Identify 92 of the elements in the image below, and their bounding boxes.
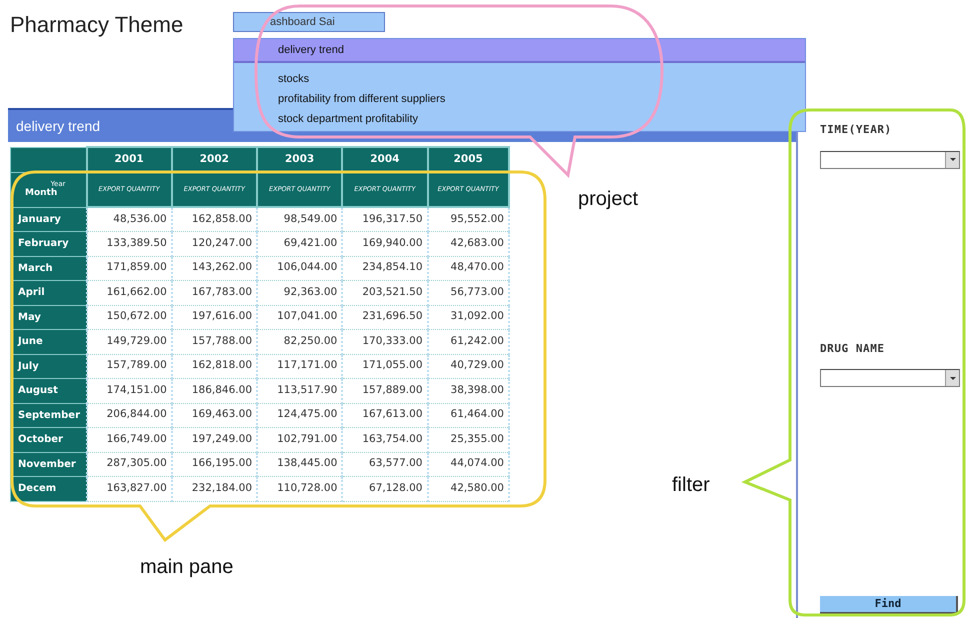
table-cell: 170,333.00 — [342, 330, 428, 354]
table-cell: 163,827.00 — [86, 476, 172, 501]
table-cell: 92,363.00 — [257, 280, 342, 305]
month-cell: Decem — [10, 476, 86, 501]
annotation-label: project — [578, 187, 638, 212]
table-cell: 163,754.00 — [342, 428, 428, 452]
table-cell: 42,580.00 — [428, 476, 509, 501]
table-cell: 31,092.00 — [428, 305, 509, 330]
month-cell: November — [10, 452, 86, 476]
dashboard-field[interactable]: ashboard Sai — [233, 12, 385, 32]
menu-item[interactable]: stock department profitability — [234, 109, 805, 129]
table-cell: 113,517.90 — [257, 378, 342, 403]
table-cell: 56,773.00 — [428, 280, 509, 305]
month-cell: June — [10, 330, 86, 354]
year-header: 2003 — [257, 147, 342, 172]
table-cell: 171,055.00 — [342, 354, 428, 378]
year-header: 2005 — [428, 147, 509, 172]
table-cell: 161,662.00 — [86, 280, 172, 305]
table-cell: 171,859.00 — [86, 256, 172, 280]
menu-item[interactable]: delivery trend — [234, 39, 805, 63]
table-cell: 110,728.00 — [257, 476, 342, 501]
table-cell: 166,195.00 — [172, 452, 257, 476]
table-cell: 106,044.00 — [257, 256, 342, 280]
table-cell: 197,616.00 — [172, 305, 257, 330]
table-cell: 149,729.00 — [86, 330, 172, 354]
table-cell: 169,463.00 — [172, 403, 257, 428]
select-field[interactable] — [820, 369, 960, 387]
table-cell: 117,171.00 — [257, 354, 342, 378]
find-button[interactable]: Find — [820, 596, 958, 614]
page-title: Pharmacy Theme — [10, 12, 184, 37]
month-cell: February — [10, 232, 86, 256]
table-cell: 169,940.00 — [342, 232, 428, 256]
table-cell: 186,846.00 — [172, 378, 257, 403]
table-cell: 102,791.00 — [257, 428, 342, 452]
pane-title: delivery trend — [16, 116, 100, 136]
filter-label: DRUG NAME — [820, 340, 886, 356]
month-cell: March — [10, 256, 86, 280]
month-cell: September — [10, 403, 86, 428]
table-cell: 44,074.00 — [428, 452, 509, 476]
table-cell: 203,521.50 — [342, 280, 428, 305]
month-cell: January — [10, 207, 86, 232]
table-cell: 150,672.00 — [86, 305, 172, 330]
table-cell: 98,549.00 — [257, 207, 342, 232]
month-cell: October — [10, 428, 86, 452]
table-cell: 38,398.00 — [428, 378, 509, 403]
table-cell: 25,355.00 — [428, 428, 509, 452]
table-cell: 174,151.00 — [86, 378, 172, 403]
filter-label: TIME(YEAR) — [820, 122, 893, 138]
table-cell: 63,577.00 — [342, 452, 428, 476]
table-cell: 107,041.00 — [257, 305, 342, 330]
table-cell: 120,247.00 — [172, 232, 257, 256]
menu-item[interactable]: profitability from different suppliers — [234, 89, 805, 109]
table-cell: 231,696.50 — [342, 305, 428, 330]
annotation-label: main pane — [140, 555, 234, 580]
table-cell: 206,844.00 — [86, 403, 172, 428]
table-cell: 95,552.00 — [428, 207, 509, 232]
table-cell: 124,475.00 — [257, 403, 342, 428]
table-cell: 48,470.00 — [428, 256, 509, 280]
table-cell: 234,854.10 — [342, 256, 428, 280]
table-cell: 157,889.00 — [342, 378, 428, 403]
month-cell: April — [10, 280, 86, 305]
year-header: 2001 — [86, 147, 172, 172]
month-cell: August — [10, 378, 86, 403]
table-cell: 232,184.00 — [172, 476, 257, 501]
table-cell: 162,858.00 — [172, 207, 257, 232]
table-cell: 196,317.50 — [342, 207, 428, 232]
table-cell: 138,445.00 — [257, 452, 342, 476]
table-cell: 42,683.00 — [428, 232, 509, 256]
table-cell: 69,421.00 — [257, 232, 342, 256]
table-cell: 167,613.00 — [342, 403, 428, 428]
table-cell: 67,128.00 — [342, 476, 428, 501]
table-cell: 82,250.00 — [257, 330, 342, 354]
menu-item[interactable]: stocks — [234, 69, 805, 89]
select-field[interactable] — [820, 150, 960, 168]
annotation-label: filter — [672, 473, 710, 498]
table-cell: 197,249.00 — [172, 428, 257, 452]
table-cell: 166,749.00 — [86, 428, 172, 452]
table-cell: 157,788.00 — [172, 330, 257, 354]
month-cell: May — [10, 305, 86, 330]
table-cell: 61,242.00 — [428, 330, 509, 354]
table-cell: 40,729.00 — [428, 354, 509, 378]
table-cell: 162,818.00 — [172, 354, 257, 378]
table-cell: 143,262.00 — [172, 256, 257, 280]
table-cell: 157,789.00 — [86, 354, 172, 378]
table-cell: 48,536.00 — [86, 207, 172, 232]
table-cell: 167,783.00 — [172, 280, 257, 305]
table-cell: 61,464.00 — [428, 403, 509, 428]
month-cell: July — [10, 354, 86, 378]
table-cell: 287,305.00 — [86, 452, 172, 476]
year-header: 2004 — [342, 147, 428, 172]
table-cell: 133,389.50 — [86, 232, 172, 256]
year-header: 2002 — [172, 147, 257, 172]
